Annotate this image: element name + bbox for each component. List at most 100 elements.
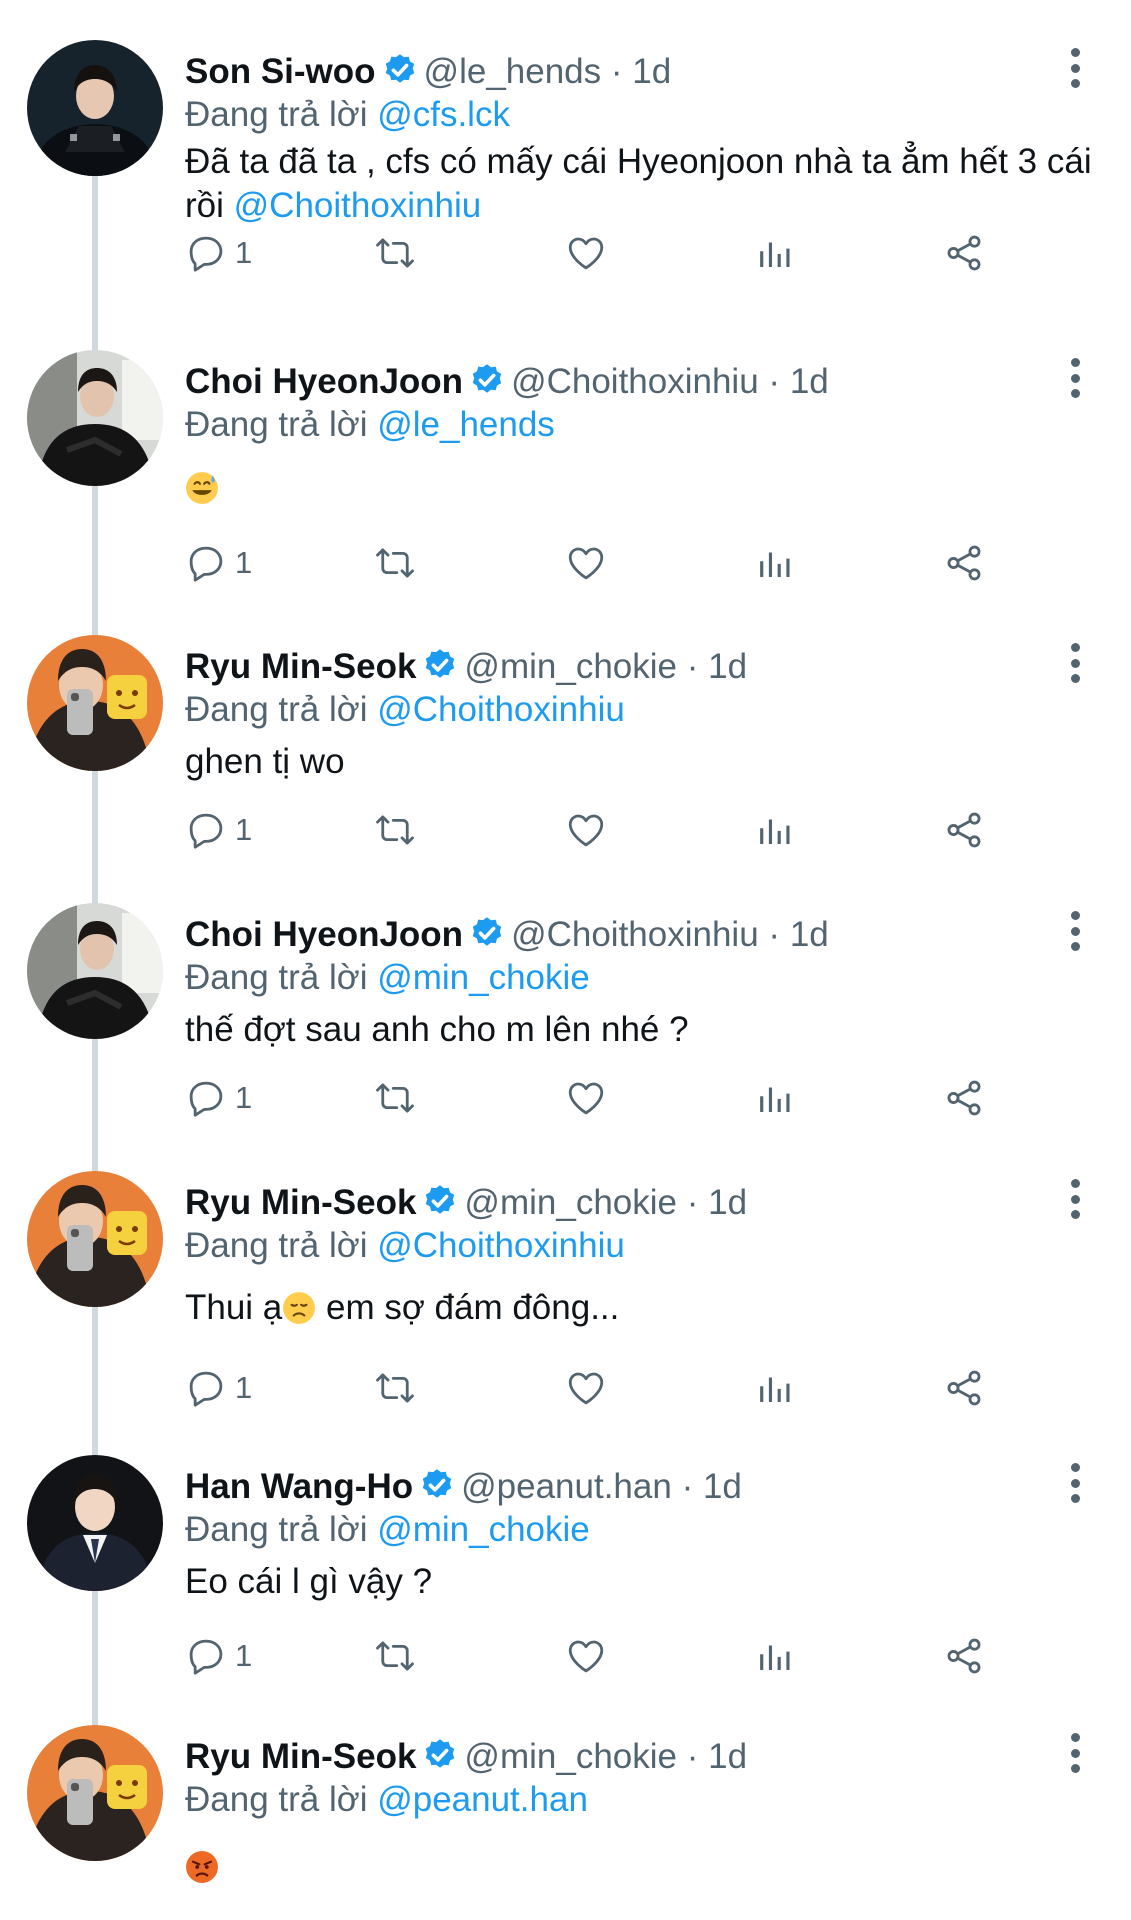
timestamp[interactable]: 1d xyxy=(708,1737,747,1776)
more-options-icon[interactable] xyxy=(1060,358,1090,398)
share-button[interactable] xyxy=(943,805,985,855)
reply-icon xyxy=(185,809,227,851)
more-options-icon[interactable] xyxy=(1060,1463,1090,1503)
avatar-choi-hyeonjoon[interactable] xyxy=(27,350,163,486)
retweet-button[interactable] xyxy=(374,1363,416,1413)
share-icon xyxy=(943,1367,985,1409)
like-button[interactable] xyxy=(565,538,607,588)
user-handle[interactable]: @Choithoxinhiu xyxy=(511,362,759,401)
views-icon xyxy=(754,542,796,584)
retweet-button[interactable] xyxy=(374,538,416,588)
like-icon xyxy=(565,1077,607,1119)
timestamp[interactable]: 1d xyxy=(708,1183,747,1222)
avatar-han-wang-ho[interactable] xyxy=(27,1455,163,1591)
timestamp[interactable]: 1d xyxy=(703,1467,742,1506)
user-handle[interactable]: @min_chokie xyxy=(464,647,677,686)
timestamp[interactable]: 1d xyxy=(708,647,747,686)
user-handle[interactable]: @Choithoxinhiu xyxy=(511,915,759,954)
tweet-text-mention[interactable]: @Choithoxinhiu xyxy=(234,186,482,225)
replying-to-mention[interactable]: @min_chokie xyxy=(377,1510,590,1549)
display-name[interactable]: Son Si-woo xyxy=(185,52,376,91)
reply-button[interactable]: 1 xyxy=(185,1631,252,1681)
replying-to-mention[interactable]: @le_hends xyxy=(377,405,555,444)
replying-to-label: Đang trả lời xyxy=(185,958,368,997)
like-icon xyxy=(565,809,607,851)
more-options-icon[interactable] xyxy=(1060,48,1090,88)
share-button[interactable] xyxy=(943,538,985,588)
retweet-button[interactable] xyxy=(374,805,416,855)
like-button[interactable] xyxy=(565,1631,607,1681)
replying-to-mention[interactable]: @Choithoxinhiu xyxy=(377,1226,625,1265)
like-button[interactable] xyxy=(565,1073,607,1123)
share-button[interactable] xyxy=(943,1363,985,1413)
like-icon xyxy=(565,232,607,274)
views-button[interactable] xyxy=(754,805,796,855)
like-button[interactable] xyxy=(565,805,607,855)
more-options-icon[interactable] xyxy=(1060,1179,1090,1219)
tweet-text: ghen tị wo xyxy=(185,740,1095,784)
timestamp[interactable]: 1d xyxy=(790,915,829,954)
verified-badge-icon xyxy=(419,1467,455,1503)
reply-button[interactable]: 1 xyxy=(185,1073,252,1123)
user-handle[interactable]: @min_chokie xyxy=(464,1737,677,1776)
share-button[interactable] xyxy=(943,1631,985,1681)
retweet-button[interactable] xyxy=(374,228,416,278)
share-icon xyxy=(943,542,985,584)
reply-button[interactable]: 1 xyxy=(185,228,252,278)
user-handle[interactable]: @le_hends xyxy=(424,52,602,91)
reply-count: 1 xyxy=(235,1370,253,1405)
timestamp[interactable]: 1d xyxy=(790,362,829,401)
disappointed-face-emoji xyxy=(282,1291,316,1325)
views-button[interactable] xyxy=(754,538,796,588)
display-name[interactable]: Han Wang-Ho xyxy=(185,1467,413,1506)
replying-to-mention[interactable]: @min_chokie xyxy=(377,958,590,997)
more-options-icon[interactable] xyxy=(1060,643,1090,683)
like-button[interactable] xyxy=(565,228,607,278)
reply-button[interactable]: 1 xyxy=(185,1363,252,1413)
reply-count: 1 xyxy=(235,545,253,580)
verified-badge-icon xyxy=(422,1737,458,1773)
timestamp[interactable]: 1d xyxy=(632,52,671,91)
tweet-text xyxy=(185,466,1095,510)
avatar-son-si-woo[interactable] xyxy=(27,40,163,176)
views-button[interactable] xyxy=(754,1073,796,1123)
replying-to-label: Đang trả lời xyxy=(185,1226,368,1265)
retweet-icon xyxy=(374,542,416,584)
avatar-ryu-min-seok[interactable] xyxy=(27,635,163,771)
replying-to-mention[interactable]: @peanut.han xyxy=(377,1780,588,1819)
replying-to: Đang trả lời @min_chokie xyxy=(185,1508,590,1552)
retweet-button[interactable] xyxy=(374,1631,416,1681)
retweet-icon xyxy=(374,809,416,851)
display-name[interactable]: Ryu Min-Seok xyxy=(185,647,416,686)
user-handle[interactable]: @peanut.han xyxy=(461,1467,672,1506)
more-options-icon[interactable] xyxy=(1060,911,1090,951)
like-button[interactable] xyxy=(565,1363,607,1413)
retweet-button[interactable] xyxy=(374,1073,416,1123)
user-handle[interactable]: @min_chokie xyxy=(464,1183,677,1222)
more-options-icon[interactable] xyxy=(1060,1733,1090,1773)
replying-to-mention[interactable]: @Choithoxinhiu xyxy=(377,690,625,729)
share-button[interactable] xyxy=(943,1073,985,1123)
reply-button[interactable]: 1 xyxy=(185,805,252,855)
avatar-choi-hyeonjoon[interactable] xyxy=(27,903,163,1039)
views-button[interactable] xyxy=(754,1363,796,1413)
avatar-ryu-min-seok[interactable] xyxy=(27,1725,163,1861)
views-icon xyxy=(754,1077,796,1119)
tweet-text-body-end: em sợ đám đông... xyxy=(316,1288,620,1327)
tweet-header: Ryu Min-Seok @min_chokie · 1d xyxy=(185,1181,747,1225)
replying-to-mention[interactable]: @cfs.lck xyxy=(377,95,510,134)
tweet-text: Thui ạ em sợ đám đông... xyxy=(185,1286,1095,1330)
avatar-ryu-min-seok[interactable] xyxy=(27,1171,163,1307)
action-bar: 1 xyxy=(0,1363,1131,1413)
display-name[interactable]: Ryu Min-Seok xyxy=(185,1737,416,1776)
views-button[interactable] xyxy=(754,228,796,278)
reply-icon xyxy=(185,1635,227,1677)
display-name[interactable]: Choi HyeonJoon xyxy=(185,915,463,954)
display-name[interactable]: Ryu Min-Seok xyxy=(185,1183,416,1222)
share-button[interactable] xyxy=(943,228,985,278)
display-name[interactable]: Choi HyeonJoon xyxy=(185,362,463,401)
replying-to: Đang trả lời @cfs.lck xyxy=(185,93,510,137)
views-button[interactable] xyxy=(754,1631,796,1681)
tweet-text-body: Thui ạ xyxy=(185,1288,283,1327)
reply-button[interactable]: 1 xyxy=(185,538,252,588)
